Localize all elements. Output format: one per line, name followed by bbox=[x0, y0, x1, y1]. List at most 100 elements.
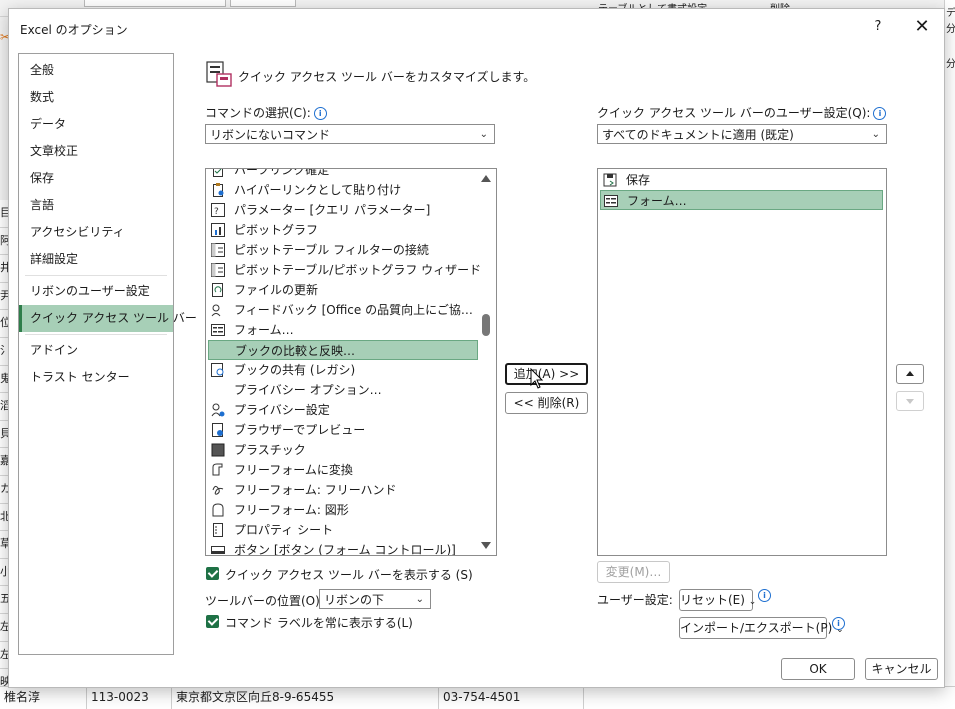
list-item[interactable]: フォーム… bbox=[600, 190, 883, 210]
nav-item-data[interactable]: データ bbox=[19, 111, 173, 138]
nav-item-general[interactable]: 全般 bbox=[19, 57, 173, 84]
list-item-label: フォーム… bbox=[627, 194, 687, 208]
quick-access-toolbar-icon bbox=[206, 61, 232, 87]
list-item[interactable]: ? パラメーター [クエリ パラメーター] bbox=[208, 200, 478, 220]
nav-item-formulas[interactable]: 数式 bbox=[19, 84, 173, 111]
form-icon bbox=[603, 193, 619, 209]
list-item-label: ブックの共有 (レガシ) bbox=[234, 363, 356, 377]
file-refresh-icon bbox=[210, 282, 226, 298]
sheet-cell: 03-754-4501 bbox=[439, 687, 584, 709]
list-item[interactable]: ピボットグラフ bbox=[208, 220, 478, 240]
pivot-chart-icon bbox=[210, 222, 226, 238]
list-item[interactable]: ブックの共有 (レガシ) bbox=[208, 360, 478, 380]
title-bar: Excel のオプション ? ✕ bbox=[9, 9, 944, 47]
list-item[interactable]: フリーフォーム: フリーハンド bbox=[208, 480, 478, 500]
info-icon[interactable]: i bbox=[313, 107, 327, 120]
plastic-icon bbox=[210, 442, 226, 458]
list-item[interactable]: フリーフォーム: 図形 bbox=[208, 500, 478, 520]
toolbar-position-select[interactable]: リボンの下 ⌄ bbox=[319, 589, 431, 609]
button-control-icon bbox=[210, 542, 226, 555]
list-item-label: フィードバック [Office の品質向上にご協… bbox=[234, 303, 473, 317]
always-show-labels-checkbox[interactable] bbox=[206, 615, 219, 628]
nav-item-addins[interactable]: アドイン bbox=[19, 337, 173, 364]
nav-item-save[interactable]: 保存 bbox=[19, 165, 173, 192]
list-item[interactable]: 保存 bbox=[600, 170, 883, 190]
name-box-fragment bbox=[84, 0, 226, 7]
nav-item-advanced[interactable]: 詳細設定 bbox=[19, 246, 173, 273]
sheet-cell: デ bbox=[946, 8, 955, 19]
close-button[interactable]: ✕ bbox=[911, 17, 933, 39]
list-item[interactable]: プラスチック bbox=[208, 440, 478, 460]
qat-commands-list[interactable]: 保存フォーム… bbox=[597, 168, 887, 556]
reset-button-label: リセット(E) bbox=[680, 593, 745, 607]
list-item-label: プライバシー オプション… bbox=[234, 383, 382, 397]
list-item[interactable]: ピボットテーブル/ピボットグラフ ウィザード bbox=[208, 260, 481, 280]
help-button[interactable]: ? bbox=[869, 19, 887, 37]
choose-commands-label-text: コマンドの選択(C): bbox=[205, 106, 311, 120]
list-item-label: ブラウザーでプレビュー bbox=[234, 423, 366, 437]
privacy-icon bbox=[210, 402, 226, 418]
svg-text:?: ? bbox=[214, 207, 219, 217]
nav-item-accessibility[interactable]: アクセシビリティ bbox=[19, 219, 173, 246]
list-item[interactable]: フリーフォームに変換 bbox=[208, 460, 478, 480]
nav-item-quick-access-toolbar[interactable]: クイック アクセス ツール バー bbox=[19, 305, 197, 332]
commands-scrollbar[interactable] bbox=[478, 169, 494, 555]
sheet-cell: 東京都文京区向丘8-9-65455 bbox=[172, 687, 439, 709]
list-item[interactable]: ブックの比較と反映… bbox=[208, 340, 478, 360]
save-icon bbox=[602, 172, 618, 188]
list-item[interactable]: ハーフリンク確定 bbox=[208, 169, 478, 180]
arrow-up-icon bbox=[906, 371, 914, 376]
move-up-button[interactable] bbox=[896, 364, 924, 384]
list-item-label: プラスチック bbox=[234, 443, 306, 457]
list-item[interactable]: フォーム… bbox=[208, 320, 478, 340]
commands-list[interactable]: ハーフリンク確定 ハイパーリンクとして貼り付け? パラメーター [クエリ パラメータ… bbox=[205, 168, 497, 556]
nav-item-trust-center[interactable]: トラスト センター bbox=[19, 364, 173, 391]
show-qat-checkbox[interactable] bbox=[206, 567, 219, 580]
toolbar-position-value: リボンの下 bbox=[324, 593, 385, 607]
document-check-icon bbox=[210, 169, 226, 178]
scroll-down-icon[interactable] bbox=[481, 542, 491, 549]
nav-divider bbox=[25, 334, 167, 335]
choose-commands-select[interactable]: リボンにないコマンド ⌄ bbox=[205, 124, 495, 144]
info-icon[interactable]: i bbox=[832, 617, 845, 630]
move-down-button[interactable] bbox=[896, 391, 924, 411]
nav-item-customize-ribbon[interactable]: リボンのユーザー設定 bbox=[19, 278, 173, 305]
add-button[interactable]: 追加(A) >> bbox=[505, 363, 588, 385]
customize-qat-select[interactable]: すべてのドキュメントに適用 (既定) ⌄ bbox=[597, 124, 887, 144]
list-item[interactable]: ボタン [ボタン (フォーム コントロール)] bbox=[208, 540, 478, 556]
list-item[interactable]: プロパティ シート bbox=[208, 520, 478, 540]
list-item[interactable]: プライバシー設定 bbox=[208, 400, 478, 420]
page-heading: クイック アクセス ツール バーをカスタマイズします。 bbox=[238, 70, 536, 84]
remove-button[interactable]: << 削除(R) bbox=[505, 392, 588, 414]
info-icon[interactable]: i bbox=[758, 589, 771, 602]
freeform-convert-icon bbox=[210, 462, 226, 478]
customizations-label: ユーザー設定: bbox=[597, 593, 673, 607]
modify-button[interactable]: 変更(M)… bbox=[597, 561, 670, 583]
list-item[interactable]: プライバシー オプション… bbox=[208, 380, 478, 400]
list-item[interactable]: ブラウザーでプレビュー bbox=[208, 420, 478, 440]
choose-commands-label: コマンドの選択(C): i bbox=[205, 104, 327, 121]
list-item-label: 保存 bbox=[626, 173, 651, 187]
import-export-button[interactable]: インポート/エクスポート(P) ⌄ bbox=[679, 617, 844, 639]
list-item[interactable]: フィードバック [Office の品質向上にご協… bbox=[208, 300, 478, 320]
list-item[interactable]: ピボットテーブル フィルターの接続 bbox=[208, 240, 478, 260]
import-export-button-label: インポート/エクスポート(P) bbox=[680, 621, 833, 635]
share-workbook-icon bbox=[210, 362, 226, 378]
info-icon[interactable]: i bbox=[873, 107, 887, 120]
paste-link-icon bbox=[210, 182, 226, 198]
pivot-filter-icon bbox=[210, 242, 226, 258]
reset-button[interactable]: リセット(E) ⌄ bbox=[679, 589, 756, 611]
nav-item-language[interactable]: 言語 bbox=[19, 192, 173, 219]
list-item[interactable]: ハイパーリンクとして貼り付け bbox=[208, 180, 478, 200]
choose-commands-value: リボンにないコマンド bbox=[210, 128, 331, 142]
scroll-up-icon[interactable] bbox=[481, 175, 491, 182]
list-item-label: フォーム… bbox=[234, 323, 294, 337]
list-item[interactable]: ファイルの更新 bbox=[208, 280, 478, 300]
customize-qat-value: すべてのドキュメントに適用 (既定) bbox=[602, 128, 794, 142]
cancel-button[interactable]: キャンセル bbox=[865, 658, 938, 680]
list-item-label: ボタン [ボタン (フォーム コントロール)] bbox=[234, 543, 456, 556]
list-item-label: ファイルの更新 bbox=[234, 283, 319, 297]
scroll-thumb[interactable] bbox=[482, 314, 490, 336]
ok-button[interactable]: OK bbox=[781, 658, 855, 680]
nav-item-proofing[interactable]: 文章校正 bbox=[19, 138, 173, 165]
